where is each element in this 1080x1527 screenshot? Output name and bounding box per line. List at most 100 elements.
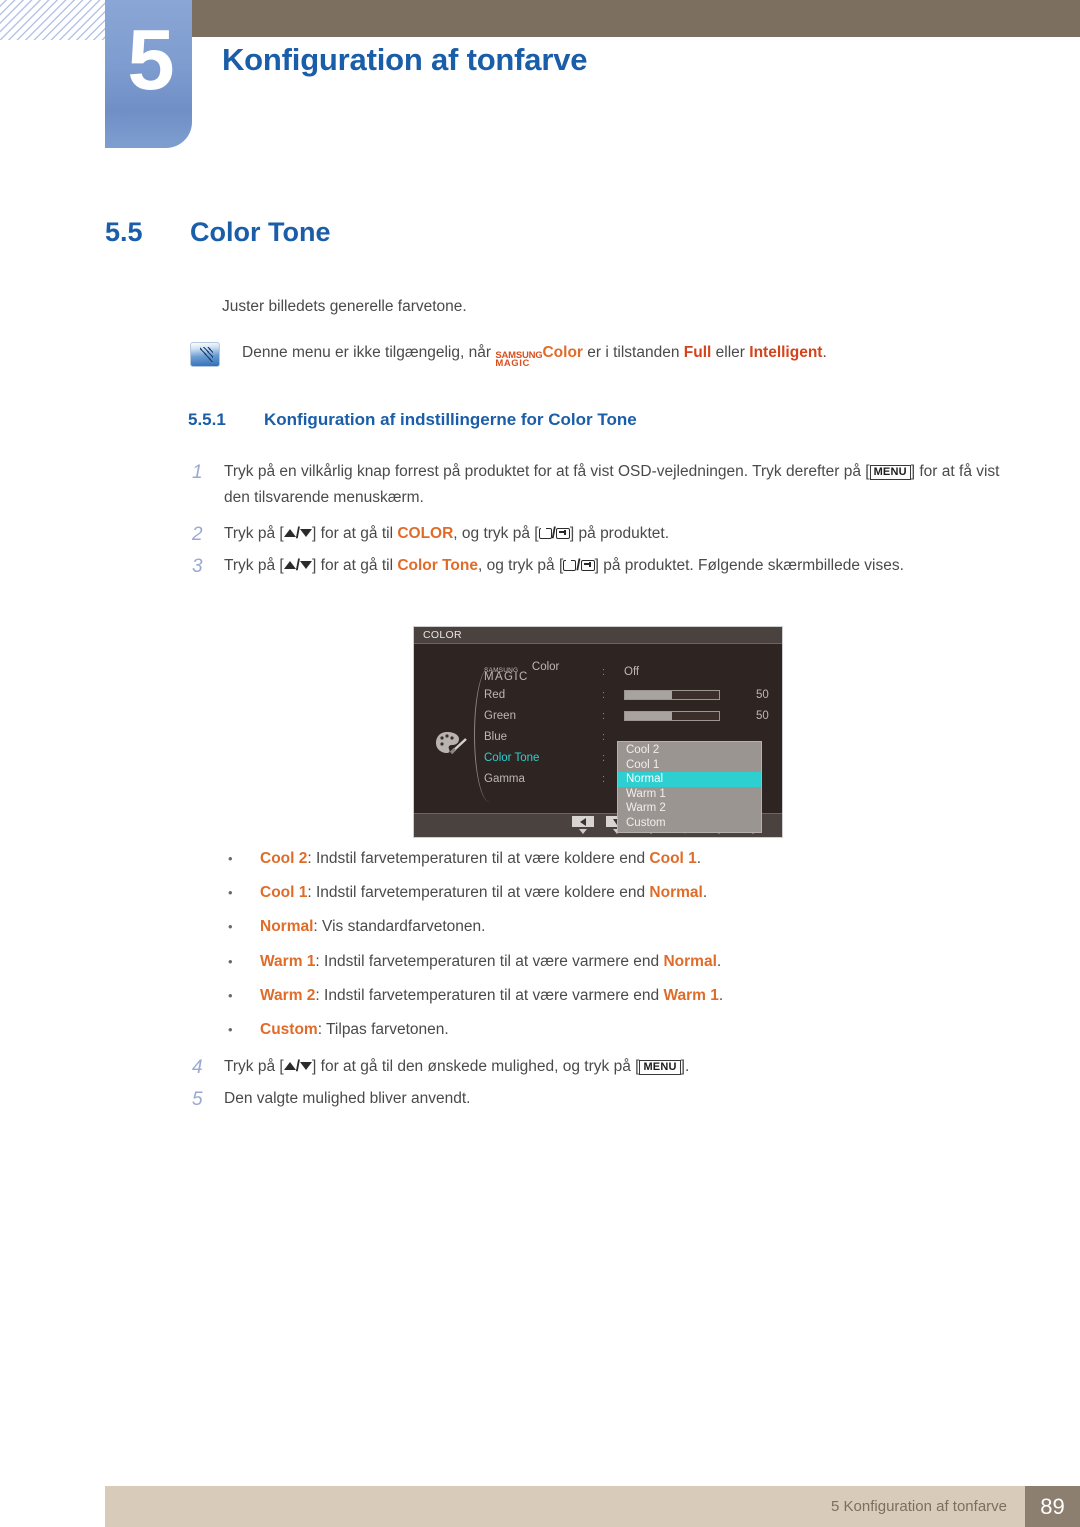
bullet-item-custom: • Custom: Tilpas farvetonen. [228,1021,449,1039]
osd-colortone-dropdown[interactable]: Cool 2 Cool 1 Normal Warm 1 Warm 2 Custo… [617,741,762,833]
osd-magiccolor-label: SAMSUNG MAGIC Color [476,661,602,683]
osd-green-value: 50 [756,710,769,722]
note-text-before: Denne menu er ikke tilgængelig, når [242,344,491,361]
step-1-part1: Tryk på en vilkårlig knap forrest på pro… [224,463,870,480]
step-3-part1: Tryk på [ [224,557,284,574]
mode-intelligent: Intelligent [749,344,823,361]
step-4-part1: Tryk på [ [224,1058,284,1075]
intro-paragraph: Juster billedets generelle farvetone. [222,298,467,315]
up-arrow-icon [283,561,296,569]
bullet-text: Normal: Vis standardfarvetonen. [260,918,485,936]
osd-colon: : [602,710,606,722]
osd-gamma-label: Gamma [484,773,525,785]
subsection-number: 5.5.1 [188,410,226,429]
enter-key-icon [580,560,595,571]
step-3-target: Color Tone [397,557,478,574]
down-arrow-icon [300,561,313,569]
note-block: Denne menu er ikke tilgængelig, når SAMS… [190,341,827,368]
osd-screenshot: COLOR SAMSUNG MAGIC Color : Off Red: 50… [413,626,783,838]
chapter-title: Konfiguration af tonfarve [222,42,588,77]
bullet-dot: • [228,851,233,866]
osd-red-slider[interactable] [624,690,720,700]
bullet-desc: : Vis standardfarvetonen. [313,918,486,935]
page-header: 5 Konfiguration af tonfarve [0,0,1080,170]
up-arrow-icon [283,529,296,537]
osd-colon: : [602,666,606,678]
step-5-number: 5 [192,1089,203,1110]
osd-titlebar: COLOR [414,627,782,644]
enter-key-icon [555,528,570,539]
dropdown-item-cool2[interactable]: Cool 2 [618,743,761,758]
bullet-desc-after: . [696,850,702,867]
bullet-dot: • [228,885,233,900]
osd-red-value: 50 [756,689,769,701]
osd-body: SAMSUNG MAGIC Color : Off Red : 50 Green… [414,644,782,833]
section-heading: 5.5 Color Tone [105,217,330,248]
osd-left-button[interactable] [566,816,600,834]
dropdown-item-normal[interactable]: Normal [618,772,761,787]
bullet-dot: • [228,988,233,1003]
osd-green-label: Green [484,710,516,722]
step-3: 3 Tryk på [/] for at gå til Color Tone, … [190,553,1020,581]
palette-icon [436,732,467,755]
step-2-target: COLOR [397,525,454,542]
dropdown-item-warm1[interactable]: Warm 1 [618,787,761,802]
bullet-text: Custom: Tilpas farvetonen. [260,1021,449,1039]
page-footer: 5 Konfiguration af tonfarve 89 [105,1486,1080,1527]
bullet-ref: Normal [649,884,703,901]
osd-blue-label: Blue [484,731,508,743]
step-1-number: 1 [192,462,203,483]
bullet-term: Normal [260,918,314,935]
bullet-ref: Warm 1 [663,987,719,1004]
note-pen-icon [190,342,220,367]
osd-green-slider[interactable] [624,711,720,721]
dropdown-item-cool1[interactable]: Cool 1 [618,758,761,773]
step-3-part2: ] for at gå til [312,557,394,574]
bullet-desc: : Indstil farvetemperaturen til at være … [307,884,650,901]
magic-logo: SAMSUNG MAGIC [495,351,542,369]
bullet-desc: : Tilpas farvetonen. [317,1021,449,1038]
step-2: 2 Tryk på [/] for at gå til COLOR, og tr… [190,521,1020,549]
bullet-text: Cool 2: Indstil farvetemperaturen til at… [260,850,701,868]
bullet-text: Cool 1: Indstil farvetemperaturen til at… [260,884,707,902]
step-5: 5 Den valgte mulighed bliver anvendt. [190,1086,1020,1114]
button-indicator-triangle [579,829,587,834]
menu-key-glyph: MENU [869,464,911,481]
bullet-desc-after: . [718,987,724,1004]
bullet-term: Warm 2 [260,987,316,1004]
dropdown-item-warm2[interactable]: Warm 2 [618,801,761,816]
step-3-part3: , og tryk på [ [477,557,564,574]
back-key-icon [563,559,577,571]
osd-magic-magic: MAGIC [484,671,529,684]
bullet-item-cool2: • Cool 2: Indstil farvetemperaturen til … [228,850,701,868]
magic-magic-line: MAGIC [495,357,530,369]
dropdown-item-custom[interactable]: Custom [618,816,761,831]
note-text-or: eller [715,344,745,361]
step-1: 1 Tryk på en vilkårlig knap forrest på p… [190,459,1020,510]
bullet-desc-after: . [716,953,722,970]
osd-title: COLOR [423,629,462,641]
header-brown-bar [192,0,1080,37]
bullet-desc-after: . [702,884,708,901]
section-number: 5.5 [105,217,143,247]
up-arrow-icon [283,1062,296,1070]
step-3-text: Tryk på [/] for at gå til Color Tone, og… [224,557,904,574]
slider-fill [625,691,672,699]
step-3-number: 3 [192,556,203,577]
bullet-item-warm2: • Warm 2: Indstil farvetemperaturen til … [228,987,723,1005]
bullet-ref: Cool 1 [649,850,697,867]
footer-chapter-text: 5 Konfiguration af tonfarve [831,1498,1007,1515]
section-name: Color Tone [190,217,331,247]
step-5-text: Den valgte mulighed bliver anvendt. [224,1090,471,1107]
step-4-text: Tryk på [/] for at gå til den ønskede mu… [224,1058,690,1076]
osd-magic-logo: SAMSUNG MAGIC [484,667,529,684]
bullet-item-normal: • Normal: Vis standardfarvetonen. [228,918,485,936]
bullet-term: Cool 1 [260,884,308,901]
bullet-text: Warm 2: Indstil farvetemperaturen til at… [260,987,723,1005]
osd-red-label: Red [484,689,506,701]
bullet-item-cool1: • Cool 1: Indstil farvetemperaturen til … [228,884,707,902]
step-4: 4 Tryk på [/] for at gå til den ønskede … [190,1054,1020,1082]
step-2-part2: ] for at gå til [312,525,394,542]
down-arrow-icon [300,1062,313,1070]
osd-row-magiccolor: SAMSUNG MAGIC Color : Off [476,661,776,683]
